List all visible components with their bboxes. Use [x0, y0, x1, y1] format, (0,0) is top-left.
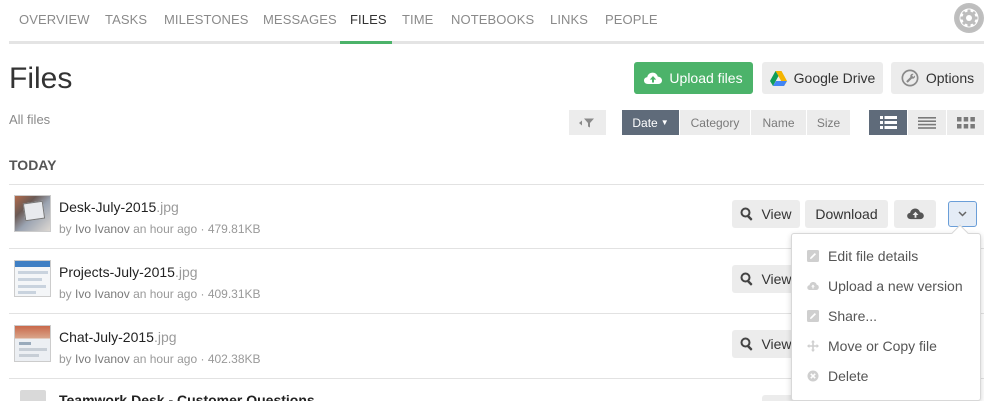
- tab-overview[interactable]: OVERVIEW: [19, 12, 90, 27]
- sort-date-label: Date: [632, 115, 658, 130]
- menu-item-label: Delete: [828, 368, 869, 384]
- sort-size-button[interactable]: Size: [807, 110, 850, 135]
- view-label: View: [761, 336, 792, 352]
- caret-down-icon: ▼: [660, 118, 669, 127]
- menu-upload-new-version[interactable]: Upload a new version: [807, 278, 963, 294]
- tab-notebooks[interactable]: NOTEBOOKS: [451, 12, 534, 27]
- menu-item-label: Share...: [828, 308, 878, 324]
- view-label: View: [761, 206, 792, 222]
- section-heading-today: TODAY: [9, 157, 57, 173]
- active-tab-indicator: [340, 41, 392, 44]
- cloud-upload-icon: [906, 208, 924, 220]
- upload-version-button[interactable]: [894, 200, 936, 228]
- project-tabs-bar: OVERVIEW TASKS MILESTONES MESSAGES FILES…: [9, 0, 984, 44]
- file-thumbnail: [14, 325, 51, 362]
- tab-people[interactable]: PEOPLE: [605, 12, 658, 27]
- options-label: Options: [925, 70, 975, 86]
- delete-icon: [807, 370, 819, 382]
- tab-links[interactable]: LINKS: [550, 12, 588, 27]
- view-file-button[interactable]: View: [732, 200, 800, 228]
- list-view-button[interactable]: [869, 110, 907, 135]
- cloud-icon: [807, 280, 819, 292]
- magnifier-icon: [740, 207, 753, 221]
- tab-milestones[interactable]: MILESTONES: [164, 12, 249, 27]
- move-icon: [807, 340, 819, 352]
- files-scope-label: All files: [9, 112, 51, 127]
- file-actions-dropdown: Edit file details Upload a new version S…: [791, 224, 981, 401]
- file-meta: by Ivo Ivanov an hour ago · 402.38KB: [59, 352, 261, 366]
- download-file-button[interactable]: Download: [805, 200, 888, 228]
- page-title: Files: [9, 62, 73, 95]
- menu-edit-file-details[interactable]: Edit file details: [807, 248, 918, 264]
- menu-item-label: Upload a new version: [828, 278, 963, 294]
- magnifier-icon: [740, 272, 753, 286]
- tab-time[interactable]: TIME: [402, 12, 433, 27]
- file-thumbnail: [14, 195, 51, 232]
- compact-list-view-button[interactable]: [908, 110, 946, 135]
- document-icon: [20, 390, 46, 401]
- grid-view-icon: [956, 116, 975, 128]
- filter-toggle-button[interactable]: [569, 110, 606, 135]
- file-meta: by Ivo Ivanov an hour ago · 479.81KB: [59, 222, 261, 236]
- more-actions-toggle[interactable]: [948, 201, 977, 227]
- file-name[interactable]: Desk-July-2015.jpg: [59, 199, 179, 215]
- magnifier-icon: [740, 337, 753, 351]
- google-drive-label: Google Drive: [793, 70, 876, 86]
- tab-tasks[interactable]: TASKS: [105, 12, 147, 27]
- cloud-upload-icon: [644, 72, 663, 84]
- menu-item-label: Move or Copy file: [828, 338, 937, 354]
- view-file-button[interactable]: View: [732, 265, 800, 293]
- menu-delete[interactable]: Delete: [807, 368, 868, 384]
- grid-view-button[interactable]: [947, 110, 984, 135]
- menu-share[interactable]: Share...: [807, 308, 877, 324]
- menu-item-label: Edit file details: [828, 248, 919, 264]
- sort-name-button[interactable]: Name: [751, 110, 806, 135]
- tab-files[interactable]: FILES: [350, 12, 387, 27]
- upload-files-label: Upload files: [669, 70, 743, 86]
- view-label: View: [761, 271, 792, 287]
- compact-list-icon: [918, 116, 936, 129]
- google-drive-button[interactable]: Google Drive: [762, 62, 883, 94]
- file-thumbnail: [14, 260, 51, 297]
- wrench-icon: [901, 69, 919, 87]
- file-name[interactable]: Teamwork Desk - Customer Questions: [59, 392, 315, 401]
- tab-messages[interactable]: MESSAGES: [263, 12, 337, 27]
- chevron-down-icon: [958, 211, 967, 217]
- file-name[interactable]: Chat-July-2015.jpg: [59, 329, 177, 345]
- pencil-icon: [807, 250, 819, 262]
- sort-date-button[interactable]: Date ▼: [622, 110, 679, 135]
- file-name[interactable]: Projects-July-2015.jpg: [59, 264, 198, 280]
- list-view-icon: [879, 116, 897, 129]
- sort-category-button[interactable]: Category: [680, 110, 750, 135]
- options-button[interactable]: Options: [891, 62, 984, 94]
- menu-move-or-copy[interactable]: Move or Copy file: [807, 338, 937, 354]
- google-drive-icon: [769, 70, 787, 86]
- settings-gear-icon[interactable]: [954, 3, 984, 33]
- share-icon: [807, 310, 819, 322]
- view-file-button[interactable]: View: [732, 330, 800, 358]
- file-meta: by Ivo Ivanov an hour ago · 409.31KB: [59, 287, 261, 301]
- upload-files-button[interactable]: Upload files: [634, 62, 753, 94]
- filter-icon: [578, 118, 594, 127]
